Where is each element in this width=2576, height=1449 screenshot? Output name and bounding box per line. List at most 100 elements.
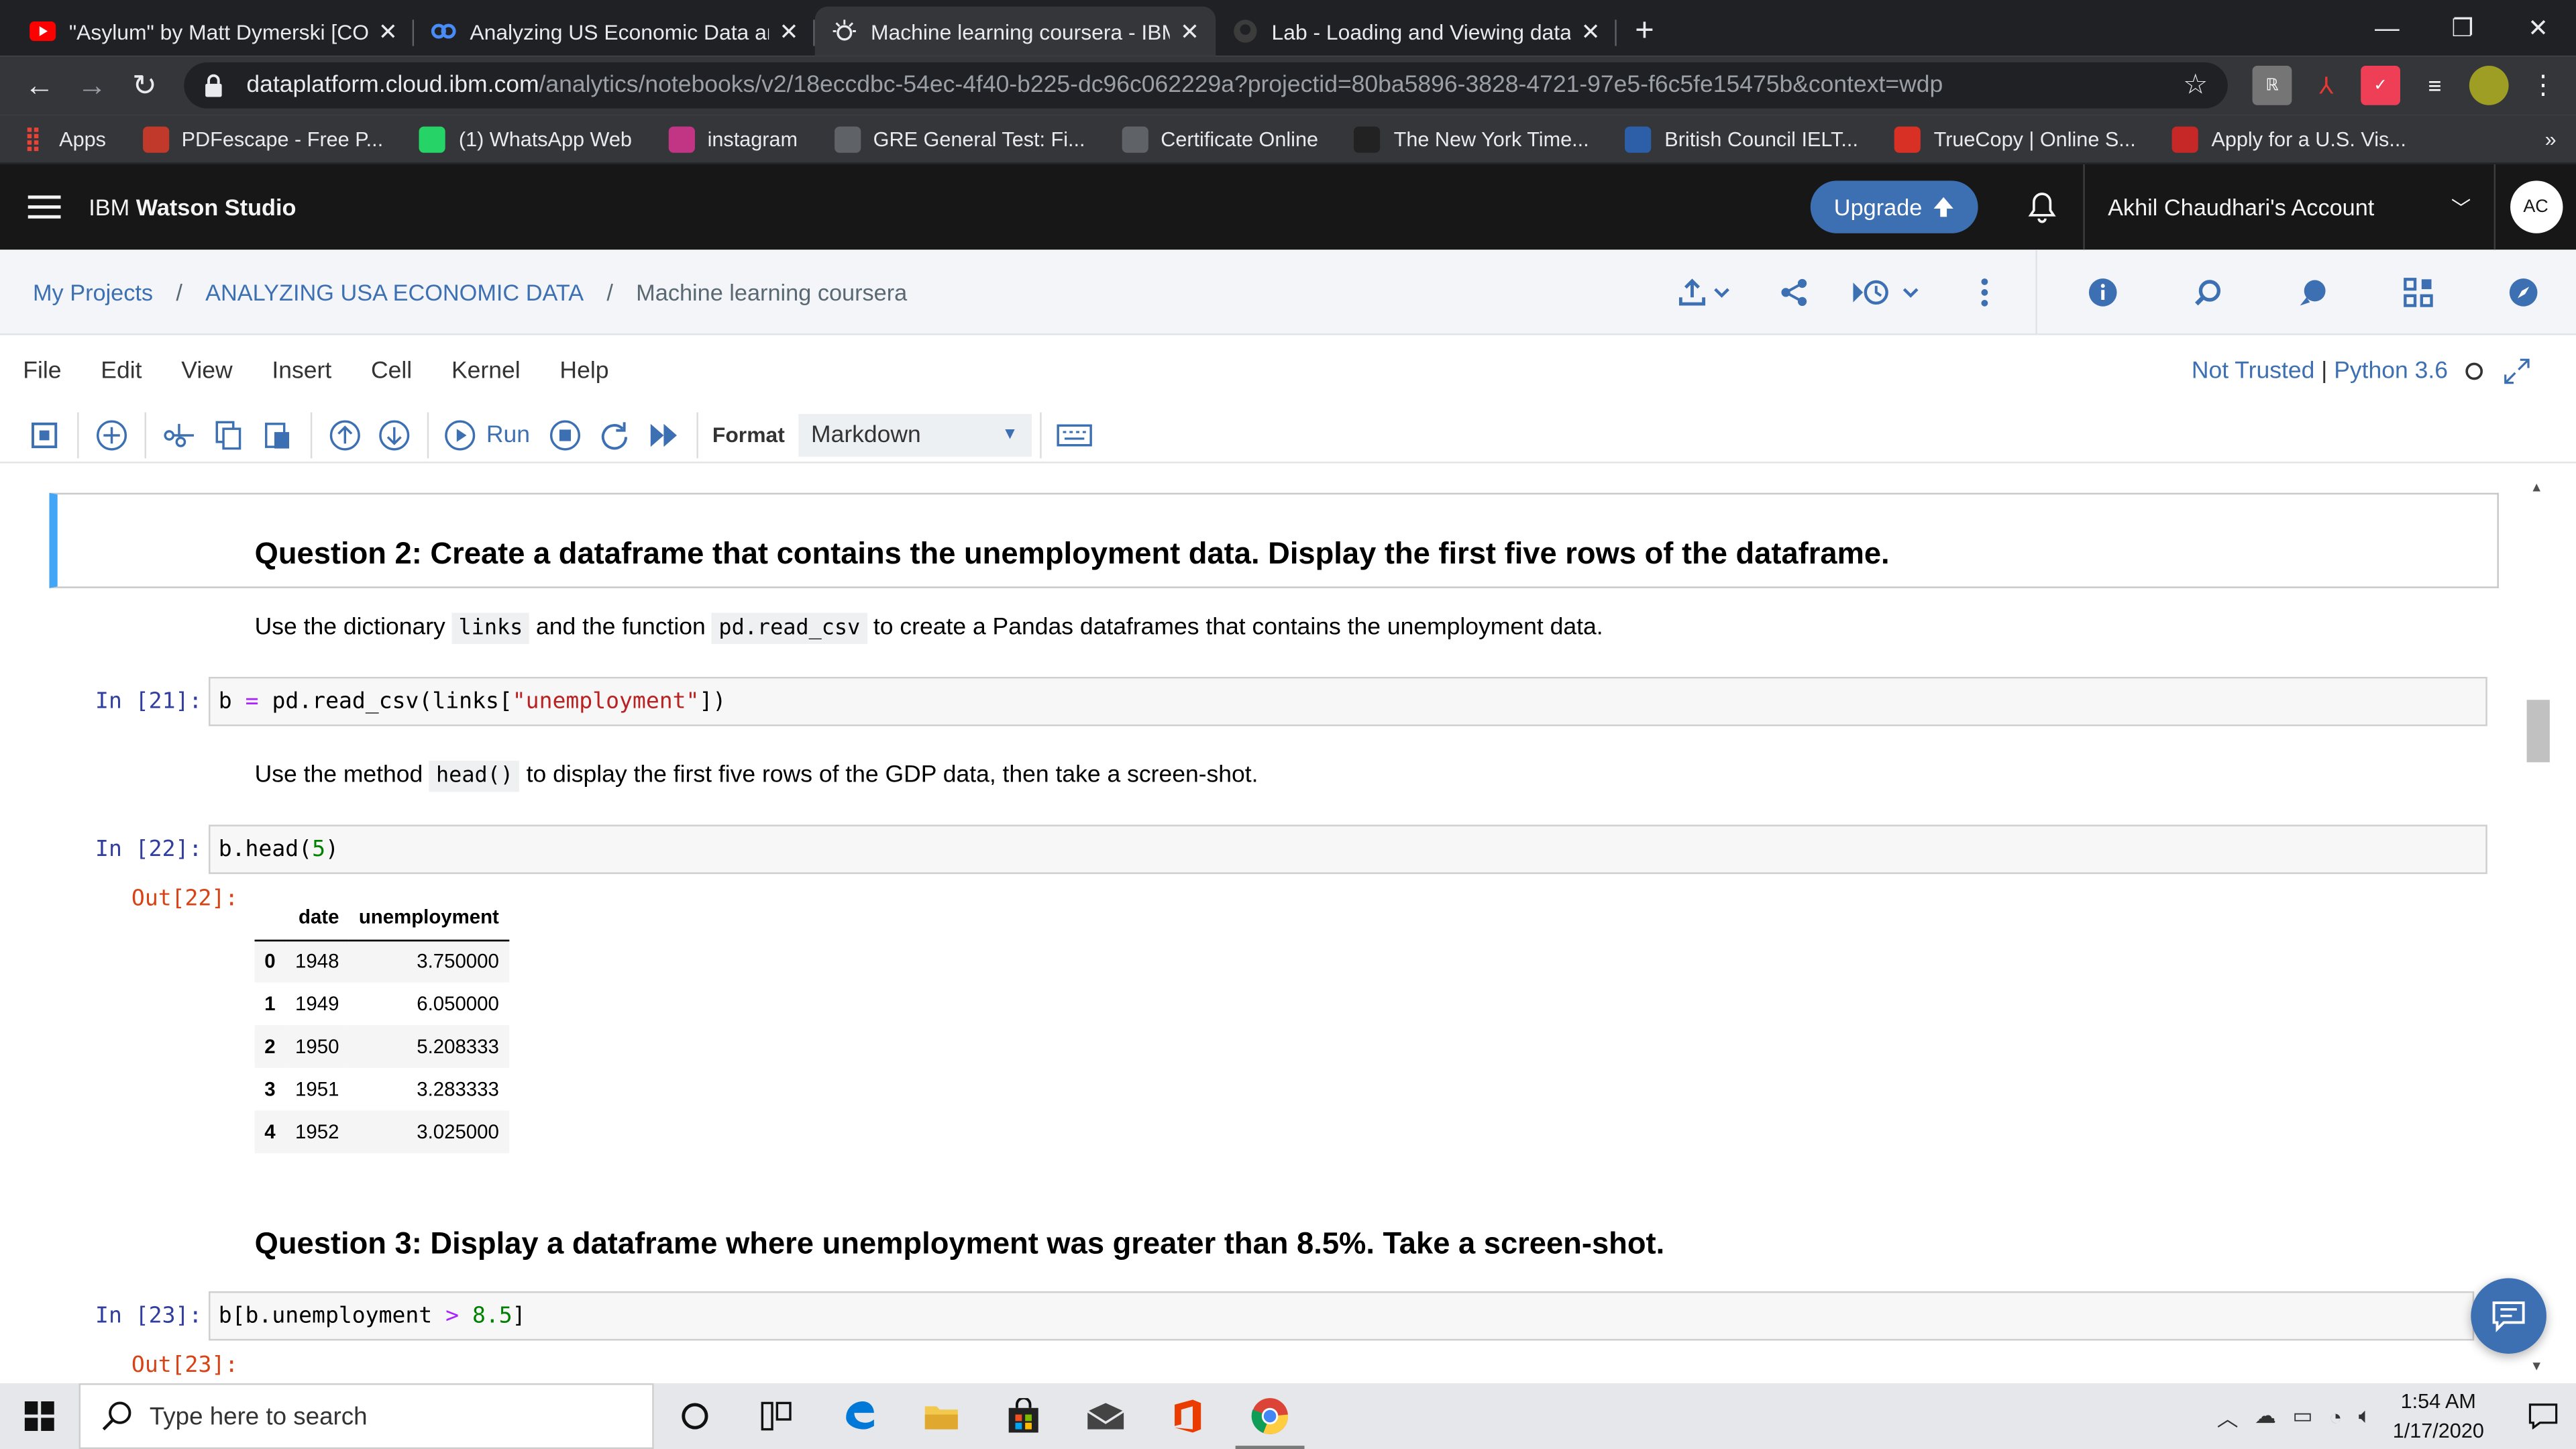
restart-icon[interactable] xyxy=(589,411,638,458)
taskbar-search-box[interactable]: Type here to search xyxy=(78,1383,654,1449)
bookmark-item[interactable]: Apply for a U.S. Vis... xyxy=(2171,125,2406,152)
pocket-icon[interactable]: ✓ xyxy=(2361,65,2400,105)
insert-cell-icon[interactable] xyxy=(87,411,136,458)
data-icon[interactable] xyxy=(2366,249,2471,334)
trust-indicator[interactable]: Not Trusted xyxy=(2192,358,2315,384)
scrollbar-thumb[interactable] xyxy=(2526,700,2550,763)
bookmark-item[interactable]: ⣿ Apps xyxy=(19,125,106,152)
cell-format-select[interactable]: Markdown ▼ xyxy=(798,413,1032,456)
menu-insert[interactable]: Insert xyxy=(272,358,331,384)
url-field[interactable]: dataplatform.cloud.ibm.com/analytics/not… xyxy=(184,62,2228,109)
scroll-up-icon[interactable]: ▲ xyxy=(2530,480,2542,494)
product-name[interactable]: IBM Watson Studio xyxy=(89,194,296,220)
tab-close-icon[interactable]: ✕ xyxy=(378,17,398,46)
notifications-bell-icon[interactable] xyxy=(2001,164,2083,250)
menu-file[interactable]: File xyxy=(23,358,61,384)
breadcrumb-project[interactable]: ANALYZING USA ECONOMIC DATA xyxy=(205,278,584,305)
wifi-icon[interactable]: ◔ xyxy=(2329,1404,2342,1429)
store-icon[interactable] xyxy=(983,1383,1065,1449)
export-icon[interactable] xyxy=(1658,249,1756,334)
notebook-scrollbar[interactable]: ▲ ▼ xyxy=(2523,473,2557,1381)
comments-icon[interactable] xyxy=(2261,249,2366,334)
pdf-extension-icon[interactable]: ⅄ xyxy=(2306,65,2347,105)
bookmark-item[interactable]: PDFescape - Free P... xyxy=(142,125,383,152)
paste-icon[interactable] xyxy=(253,411,302,458)
bookmark-star-icon[interactable]: ☆ xyxy=(2183,69,2208,102)
close-window-icon[interactable]: ✕ xyxy=(2500,0,2576,56)
code-cell-23[interactable]: b[b.unemployment > 8.5] xyxy=(209,1291,2475,1341)
breadcrumb-my-projects[interactable]: My Projects xyxy=(33,278,153,305)
cortana-icon[interactable] xyxy=(654,1383,736,1449)
browser-tab[interactable]: Analyzing US Economic Data and ✕ xyxy=(414,7,815,56)
system-clock[interactable]: 1:54 AM 1/17/2020 xyxy=(2393,1387,2484,1446)
media-icon[interactable]: ≡ xyxy=(2415,65,2455,105)
bookmark-item[interactable]: TrueCopy | Online S... xyxy=(1894,125,2136,152)
keyboard-icon[interactable] xyxy=(1049,411,1098,458)
chrome-menu-icon[interactable]: ⋮ xyxy=(2523,65,2563,105)
browser-tab-active[interactable]: Machine learning coursera - IBM ✕ xyxy=(814,6,1216,56)
minimize-icon[interactable]: — xyxy=(2349,0,2425,56)
save-icon[interactable] xyxy=(19,411,68,458)
bookmark-item[interactable]: The New York Time... xyxy=(1354,125,1589,152)
info-icon[interactable] xyxy=(2050,249,2155,334)
compass-icon[interactable] xyxy=(2471,249,2576,334)
find-icon[interactable] xyxy=(2155,249,2261,334)
volume-icon[interactable]: 🔈︎ xyxy=(2359,1403,2371,1429)
avatar[interactable]: AC xyxy=(2493,164,2576,250)
restore-icon[interactable]: ❐ xyxy=(2425,0,2501,56)
tray-expand-icon[interactable]: ︿ xyxy=(2217,1401,2239,1432)
file-explorer-icon[interactable] xyxy=(900,1383,982,1449)
code-cell-22[interactable]: b.head(5) xyxy=(209,824,2487,874)
bookmark-item[interactable]: British Council IELT... xyxy=(1625,125,1858,152)
menu-help[interactable]: Help xyxy=(559,358,608,384)
share-icon[interactable] xyxy=(1756,249,1832,334)
account-switcher[interactable]: Akhil Chaudhari's Account ﹀ xyxy=(2083,164,2493,250)
code-cell-21[interactable]: b = pd.read_csv(links["unemployment"]) xyxy=(209,676,2487,727)
menu-cell[interactable]: Cell xyxy=(371,358,412,384)
tab-close-icon[interactable]: ✕ xyxy=(1180,17,1199,46)
menu-view[interactable]: View xyxy=(181,358,232,384)
more-vertical-icon[interactable] xyxy=(1947,249,2023,334)
extension-icon[interactable]: ℝ xyxy=(2252,65,2292,105)
action-center-icon[interactable] xyxy=(2510,1403,2576,1430)
edge-icon[interactable] xyxy=(818,1383,900,1449)
toolbar-divider xyxy=(427,411,429,458)
mail-icon[interactable] xyxy=(1065,1383,1146,1449)
browser-tab[interactable]: "Asylum" by Matt Dymerski [COM ✕ xyxy=(13,7,415,56)
scroll-down-icon[interactable]: ▼ xyxy=(2530,1358,2542,1373)
move-up-icon[interactable] xyxy=(321,411,370,458)
tab-close-icon[interactable]: ✕ xyxy=(1581,17,1601,46)
tab-close-icon[interactable]: ✕ xyxy=(779,17,798,46)
office-icon[interactable] xyxy=(1146,1383,1228,1449)
bookmark-item[interactable]: instagram xyxy=(667,125,798,152)
bookmark-item[interactable]: GRE General Test: Fi... xyxy=(833,125,1085,152)
menu-edit[interactable]: Edit xyxy=(101,358,142,384)
run-button[interactable]: Run xyxy=(443,418,530,451)
reload-icon[interactable]: ↻ xyxy=(118,59,170,111)
browser-tab[interactable]: Lab - Loading and Viewing data.i ✕ xyxy=(1216,7,1617,56)
input-prompt: In [22]: xyxy=(95,836,203,863)
fast-forward-icon[interactable] xyxy=(639,411,688,458)
back-arrow-icon[interactable]: ← xyxy=(13,59,66,111)
chrome-icon[interactable] xyxy=(1229,1383,1311,1449)
stop-icon[interactable] xyxy=(540,411,589,458)
expand-icon[interactable] xyxy=(2504,358,2530,384)
version-history-icon[interactable] xyxy=(1832,249,1947,334)
copy-icon[interactable] xyxy=(204,411,253,458)
cut-icon[interactable] xyxy=(154,411,203,458)
hamburger-menu-icon[interactable] xyxy=(0,194,89,220)
windows-start-icon[interactable] xyxy=(0,1383,79,1449)
task-view-icon[interactable] xyxy=(736,1383,818,1449)
bookmark-item[interactable]: Certificate Online xyxy=(1121,125,1318,152)
more-bookmarks-icon[interactable]: » xyxy=(2545,127,2557,150)
battery-icon[interactable]: ▭ xyxy=(2292,1403,2312,1429)
upgrade-button[interactable]: Upgrade xyxy=(1811,180,1978,233)
chat-support-button[interactable] xyxy=(2471,1278,2546,1354)
profile-avatar-icon[interactable] xyxy=(2469,65,2509,105)
move-down-icon[interactable] xyxy=(370,411,419,458)
menu-kernel[interactable]: Kernel xyxy=(451,358,521,384)
bookmark-item[interactable]: (1) WhatsApp Web xyxy=(419,125,632,152)
forward-arrow-icon[interactable]: → xyxy=(66,59,118,111)
onedrive-icon[interactable]: ☁ xyxy=(2255,1403,2276,1429)
new-tab-button[interactable]: + xyxy=(1617,7,1672,56)
